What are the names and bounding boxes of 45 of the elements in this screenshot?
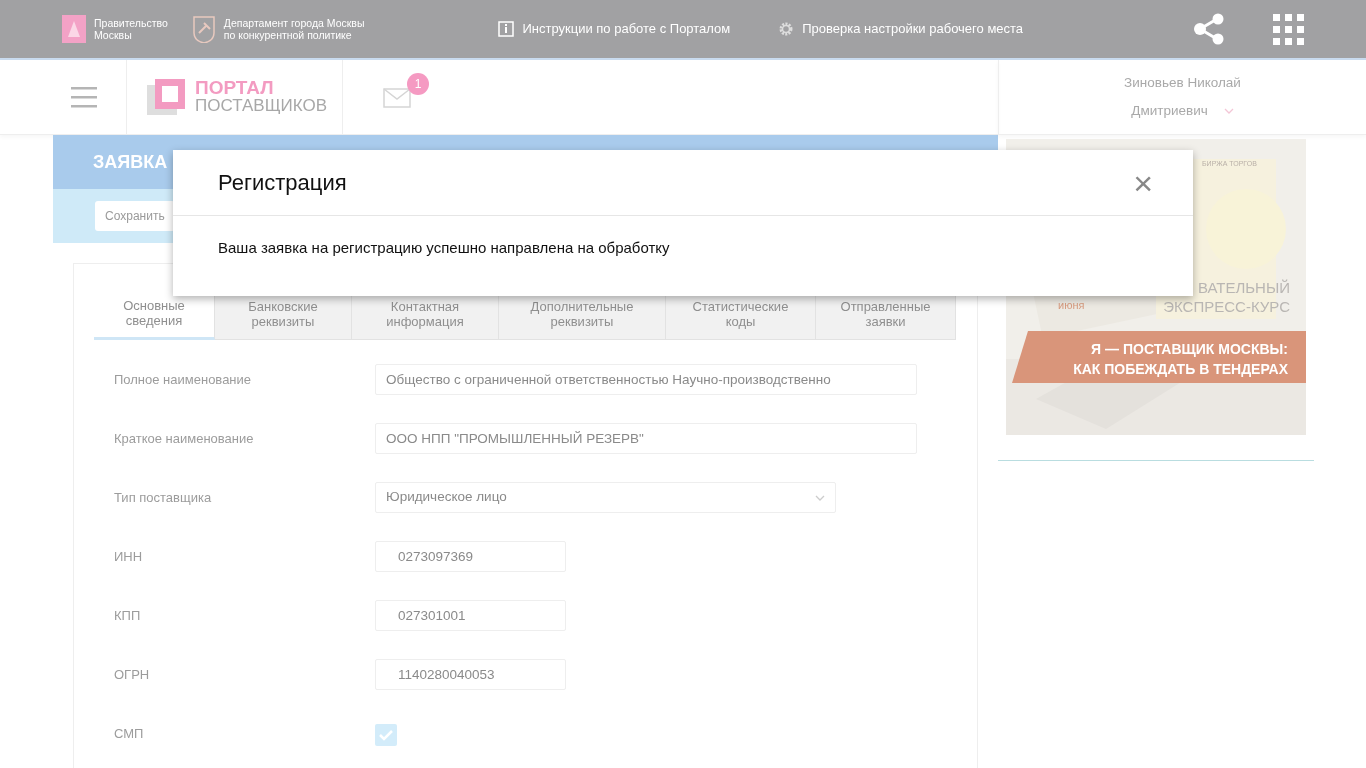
field-label: КПП <box>113 607 142 625</box>
logo-icon[interactable] <box>147 77 187 117</box>
headline-text: КАК ПОБЕЖДАТЬ В ТЕНДЕРАХ <box>1073 360 1288 379</box>
save-button[interactable]: Сохранить <box>95 201 175 231</box>
input-field[interactable]: Общество с ограниченной ответственностью Научно-производственно <box>375 364 917 395</box>
share-icon[interactable] <box>1193 13 1225 45</box>
input-field[interactable]: 0273097369 <box>375 541 566 572</box>
field-label: ИНН <box>113 548 144 566</box>
coat-of-arms-icon[interactable] <box>62 15 86 43</box>
field-label: Полное наименование <box>113 371 253 389</box>
select-field[interactable]: Юридическое лицо <box>375 482 836 513</box>
logo-text[interactable]: ПОРТАЛ <box>195 79 328 97</box>
menu-icon[interactable] <box>71 85 97 109</box>
modal-title: Регистрация <box>218 169 347 197</box>
course-text: ЭКСПРЕСС-КУРС <box>1163 297 1290 317</box>
checkmark-icon <box>379 729 393 741</box>
input-field[interactable]: 1140280040053 <box>375 659 566 690</box>
user-name[interactable]: Дмитриевич <box>1131 101 1208 122</box>
field-label: Тип поставщика <box>113 489 213 507</box>
chevron-down-icon[interactable] <box>1223 108 1234 115</box>
field-label: ОГРН <box>113 666 151 684</box>
close-button[interactable]: × <box>1129 167 1157 198</box>
date-text: июня <box>1058 298 1085 313</box>
header-link[interactable]: Проверка настройки рабочего места <box>802 19 1024 39</box>
header-link[interactable]: Инструкции по работе с Порталом <box>522 19 731 39</box>
course-text: ВАТЕЛЬНЫЙ <box>1197 278 1290 298</box>
settings-icon <box>778 21 795 37</box>
user-name[interactable]: Зиновьев Николай <box>1124 72 1241 93</box>
info-icon <box>498 21 515 37</box>
field-label: Краткое наименование <box>113 430 255 448</box>
field-label: СМП <box>113 725 145 743</box>
modal-message: Ваша заявка на регистрацию успешно направлена на обработку <box>218 239 670 256</box>
page-title: ЗАЯВКА <box>93 150 168 174</box>
input-field[interactable]: 027301001 <box>375 600 566 631</box>
headline-text: Я — ПОСТАВЩИК МОСКВЫ: <box>1091 340 1288 359</box>
apps-grid-icon[interactable] <box>1273 13 1304 45</box>
notification-count: 1 <box>407 73 429 95</box>
org-link[interactable]: Департамент города Москвы по конкурентной политике <box>223 17 365 41</box>
chevron-down-icon <box>815 494 825 501</box>
org-link[interactable]: Правительство Москвы <box>94 17 168 41</box>
checkbox[interactable] <box>375 724 397 746</box>
input-field[interactable]: ООО НПП "ПРОМЫШЛЕННЫЙ РЕЗЕРВ" <box>375 423 917 454</box>
logo-text[interactable]: ПОСТАВЩИКОВ <box>195 97 328 115</box>
envelope-icon[interactable] <box>383 87 411 108</box>
emblem-icon[interactable] <box>191 15 216 43</box>
